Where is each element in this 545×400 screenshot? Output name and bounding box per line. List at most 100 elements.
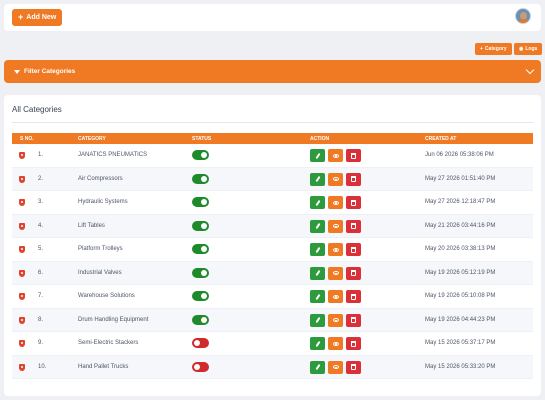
row-created-at: May 15 2026 05:33:20 PM bbox=[425, 363, 496, 370]
avatar[interactable] bbox=[515, 8, 531, 24]
edit-button[interactable] bbox=[310, 360, 325, 374]
shield-icon bbox=[19, 340, 25, 347]
shield-icon bbox=[19, 152, 25, 159]
status-toggle[interactable] bbox=[192, 338, 209, 348]
view-button[interactable] bbox=[328, 243, 343, 256]
plus-icon: + bbox=[480, 46, 483, 52]
eye-icon bbox=[332, 200, 339, 205]
eye-icon: ◉ bbox=[519, 46, 524, 52]
shield-icon bbox=[19, 363, 25, 371]
delete-button[interactable] bbox=[346, 360, 361, 374]
edit-button[interactable] bbox=[310, 196, 325, 209]
table-header: S NO. CATEGORY STATUS ACTION CREATED AT bbox=[12, 133, 533, 144]
eye-icon bbox=[332, 271, 339, 275]
row-sno: 4. bbox=[38, 222, 44, 229]
status-toggle[interactable] bbox=[192, 291, 209, 301]
delete-button[interactable] bbox=[346, 243, 361, 256]
status-toggle[interactable] bbox=[192, 150, 209, 160]
row-category: Semi-Electric Stackers bbox=[78, 340, 139, 346]
view-button[interactable] bbox=[328, 337, 343, 350]
row-sno: 1. bbox=[38, 152, 44, 158]
edit-button[interactable] bbox=[310, 172, 325, 186]
delete-button[interactable] bbox=[346, 337, 361, 350]
eye-icon bbox=[332, 177, 339, 181]
row-sno: 3. bbox=[38, 199, 44, 205]
pencil-icon bbox=[314, 340, 321, 347]
chevron-down-icon[interactable] bbox=[525, 65, 535, 75]
row-created-at: May 15 2026 05:37:17 PM bbox=[425, 340, 496, 346]
status-toggle[interactable] bbox=[192, 173, 209, 184]
logs-button[interactable]: ◉ Logs bbox=[514, 43, 543, 55]
add-category-label: Category bbox=[484, 46, 507, 52]
pencil-icon bbox=[314, 293, 321, 300]
trash-icon bbox=[351, 293, 356, 300]
add-category-button[interactable]: + Category bbox=[475, 43, 512, 55]
row-created-at: May 27 2026 01:51:40 PM bbox=[425, 175, 496, 182]
shield-icon bbox=[19, 222, 25, 230]
status-toggle[interactable] bbox=[192, 220, 209, 231]
eye-icon bbox=[332, 365, 339, 369]
delete-button[interactable] bbox=[346, 219, 361, 233]
edit-button[interactable] bbox=[310, 313, 325, 327]
trash-icon bbox=[351, 364, 356, 370]
view-button[interactable] bbox=[328, 219, 343, 233]
view-button[interactable] bbox=[328, 360, 343, 374]
trash-icon bbox=[351, 340, 356, 347]
filter-categories-bar[interactable]: Filter Categories bbox=[4, 60, 541, 83]
eye-icon bbox=[332, 341, 339, 346]
trash-icon bbox=[351, 199, 356, 206]
pencil-icon bbox=[314, 222, 321, 230]
trash-icon bbox=[351, 270, 356, 276]
edit-button[interactable] bbox=[310, 243, 325, 256]
status-toggle[interactable] bbox=[192, 197, 209, 207]
view-button[interactable] bbox=[328, 290, 343, 303]
delete-button[interactable] bbox=[346, 290, 361, 303]
shield-icon bbox=[19, 175, 25, 183]
delete-button[interactable] bbox=[346, 313, 361, 327]
edit-button[interactable] bbox=[310, 266, 325, 280]
status-toggle[interactable] bbox=[192, 267, 209, 278]
column-header-created-at: CREATED AT bbox=[425, 136, 457, 142]
delete-button[interactable] bbox=[346, 149, 361, 162]
shield-icon bbox=[19, 316, 25, 324]
edit-button[interactable] bbox=[310, 337, 325, 350]
row-category: Drum Handling Equipment bbox=[78, 316, 149, 323]
row-created-at: May 19 2026 05:12:19 PM bbox=[425, 269, 496, 276]
trash-icon bbox=[351, 176, 356, 182]
view-button[interactable] bbox=[328, 172, 343, 186]
view-button[interactable] bbox=[328, 149, 343, 162]
row-sno: 5. bbox=[38, 246, 44, 252]
edit-button[interactable] bbox=[310, 219, 325, 233]
delete-button[interactable] bbox=[346, 266, 361, 280]
row-created-at: May 27 2026 12:18:47 PM bbox=[425, 199, 496, 205]
table-row: 3. Hydraulic Systems May 27 2026 12:18:47 … bbox=[12, 191, 533, 215]
shield-icon bbox=[19, 199, 25, 206]
column-header-action: ACTION bbox=[310, 136, 330, 142]
delete-button[interactable] bbox=[346, 196, 361, 209]
pencil-icon bbox=[314, 363, 321, 371]
row-created-at: May 19 2026 05:10:08 PM bbox=[425, 293, 496, 299]
row-sno: 9. bbox=[38, 340, 44, 346]
row-category: JANATICS PNEUMATICS bbox=[78, 152, 148, 158]
page-title: All Categories bbox=[12, 105, 62, 114]
logs-label: Logs bbox=[525, 46, 538, 52]
status-toggle[interactable] bbox=[192, 361, 209, 372]
column-header-sno: S NO. bbox=[20, 136, 34, 142]
view-button[interactable] bbox=[328, 196, 343, 209]
view-button[interactable] bbox=[328, 266, 343, 280]
row-sno: 7. bbox=[38, 293, 44, 299]
trash-icon bbox=[351, 317, 356, 323]
row-sno: 10. bbox=[38, 363, 47, 370]
status-toggle[interactable] bbox=[192, 314, 209, 325]
view-button[interactable] bbox=[328, 313, 343, 327]
column-header-status: STATUS bbox=[192, 136, 212, 142]
eye-icon bbox=[332, 294, 339, 299]
row-category: Platform Trolleys bbox=[78, 246, 123, 252]
delete-button[interactable] bbox=[346, 172, 361, 186]
row-created-at: May 20 2026 03:38:13 PM bbox=[425, 246, 496, 252]
status-toggle[interactable] bbox=[192, 244, 209, 254]
add-new-button[interactable]: + Add New bbox=[12, 9, 63, 26]
edit-button[interactable] bbox=[310, 149, 325, 162]
table-row: 1. JANATICS PNEUMATICS Jun 06 2026 05:38:0… bbox=[12, 144, 533, 168]
edit-button[interactable] bbox=[310, 290, 325, 303]
